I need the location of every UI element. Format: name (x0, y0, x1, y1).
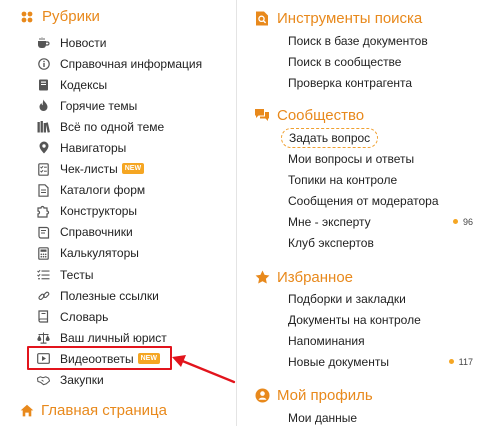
home-page-link[interactable]: Главная страница (20, 402, 167, 419)
rubric-calculators[interactable]: Калькуляторы (37, 243, 232, 264)
rubric-label: Справочная информация (60, 56, 203, 71)
notification-count: 117 (448, 351, 473, 372)
search-community-link[interactable]: Поиск в сообществе (288, 51, 473, 72)
star-icon (253, 268, 271, 286)
rubric-constructors[interactable]: Конструкторы (37, 201, 232, 222)
rubric-hot-topics[interactable]: Горячие темы (37, 95, 232, 116)
rubric-dictionary[interactable]: Словарь (37, 306, 232, 327)
favorites-list: Подборки и закладки Документы на контрол… (288, 288, 473, 372)
dictionary-icon (37, 310, 50, 323)
rubric-checklists[interactable]: Чек-листы NEW (37, 159, 232, 180)
community-title: Сообщество (277, 106, 365, 124)
grid-icon (20, 10, 34, 24)
community-header[interactable]: Сообщество (253, 106, 364, 124)
rubrics-column: Рубрики Новости Справочная информация Ко… (0, 0, 236, 426)
notification-count: 96 (452, 211, 473, 232)
orange-dot-icon (452, 219, 458, 224)
rubric-label: Справочники (60, 225, 133, 240)
map-pin-icon (37, 141, 50, 154)
reference-book-icon (37, 226, 50, 239)
rubric-label: Полезные ссылки (60, 288, 159, 303)
expert-club-link[interactable]: Клуб экспертов (288, 232, 473, 253)
rubric-news[interactable]: Новости (37, 32, 232, 53)
checklist-icon (37, 162, 50, 176)
user-circle-icon (253, 386, 271, 404)
ask-question-button[interactable]: Задать вопрос (281, 127, 379, 148)
puzzle-icon (37, 205, 50, 218)
scales-icon (37, 331, 50, 344)
favorites-title: Избранное (277, 268, 354, 286)
info-circle-icon (37, 57, 50, 70)
new-badge: NEW (121, 163, 145, 175)
flame-icon (37, 99, 50, 112)
profile-title: Мой профиль (277, 386, 373, 404)
rubric-label: Тесты (60, 267, 94, 282)
to-expert-link[interactable]: Мне - эксперту 96 (288, 211, 473, 232)
rubrics-header[interactable]: Рубрики (20, 8, 100, 25)
profile-list: Мои данные (288, 407, 473, 426)
codex-book-icon (37, 78, 50, 91)
controlled-documents-link[interactable]: Документы на контроле (288, 309, 473, 330)
calculator-icon (37, 247, 50, 260)
rubric-label: Калькуляторы (60, 246, 139, 261)
home-page-title: Главная страница (41, 402, 167, 419)
books-stack-icon (37, 120, 50, 133)
rubric-label: Каталоги форм (60, 183, 146, 198)
orange-dot-icon (448, 359, 454, 364)
new-documents-link[interactable]: Новые документы 117 (288, 351, 473, 372)
collections-bookmarks-link[interactable]: Подборки и закладки (288, 288, 473, 309)
reminders-link[interactable]: Напоминания (288, 330, 473, 351)
search-tools-list: Поиск в базе документов Поиск в сообщест… (288, 30, 473, 93)
rubric-label: Закупки (60, 373, 104, 388)
my-questions-link[interactable]: Мои вопросы и ответы (288, 148, 473, 169)
test-list-icon (37, 268, 50, 281)
moderator-messages-link[interactable]: Сообщения от модератора (288, 190, 473, 211)
watched-topics-link[interactable]: Топики на контроле (288, 169, 473, 190)
search-tools-title: Инструменты поиска (277, 9, 423, 27)
rubric-form-catalogs[interactable]: Каталоги форм (37, 180, 232, 201)
rubric-all-on-one-topic[interactable]: Всё по одной теме (37, 116, 232, 137)
rubric-label: Конструкторы (60, 204, 138, 219)
rubric-reference-info[interactable]: Справочная информация (37, 53, 232, 74)
pointer-arrow-icon (172, 355, 236, 384)
search-documents-link[interactable]: Поиск в базе документов (288, 30, 473, 51)
coffee-cup-icon (37, 36, 50, 49)
rubric-label: Горячие темы (60, 98, 138, 113)
rubric-navigators[interactable]: Навигаторы (37, 137, 232, 158)
link-icon (37, 289, 50, 302)
check-counterparty-link[interactable]: Проверка контрагента (288, 72, 473, 93)
community-list: Задать вопрос Мои вопросы и ответы Топик… (281, 127, 473, 253)
rubrics-title: Рубрики (42, 8, 100, 25)
search-document-icon (253, 9, 271, 27)
highlight-box (27, 346, 172, 370)
my-data-link[interactable]: Мои данные (288, 407, 473, 426)
rubric-label: Новости (60, 35, 107, 50)
rubric-label: Словарь (60, 309, 109, 324)
tools-column: Инструменты поиска Поиск в базе документ… (237, 0, 479, 426)
rubric-codes[interactable]: Кодексы (37, 74, 232, 95)
rubric-label: Кодексы (60, 77, 108, 92)
search-tools-header[interactable]: Инструменты поиска (253, 9, 422, 27)
favorites-header[interactable]: Избранное (253, 268, 353, 286)
rubric-label: Навигаторы (60, 141, 127, 156)
form-catalog-icon (37, 183, 50, 197)
home-icon (20, 404, 34, 418)
rubric-tests[interactable]: Тесты (37, 264, 232, 285)
rubric-label: Ваш личный юрист (60, 330, 167, 345)
rubric-label: Чек-листы (60, 162, 118, 177)
chat-bubbles-icon (253, 106, 271, 124)
handshake-icon (37, 374, 50, 387)
rubric-reference-books[interactable]: Справочники (37, 222, 232, 243)
profile-header[interactable]: Мой профиль (253, 386, 373, 404)
rubric-label: Всё по одной теме (60, 119, 165, 134)
rubrics-list: Новости Справочная информация Кодексы Го… (37, 32, 232, 391)
rubric-useful-links[interactable]: Полезные ссылки (37, 285, 232, 306)
